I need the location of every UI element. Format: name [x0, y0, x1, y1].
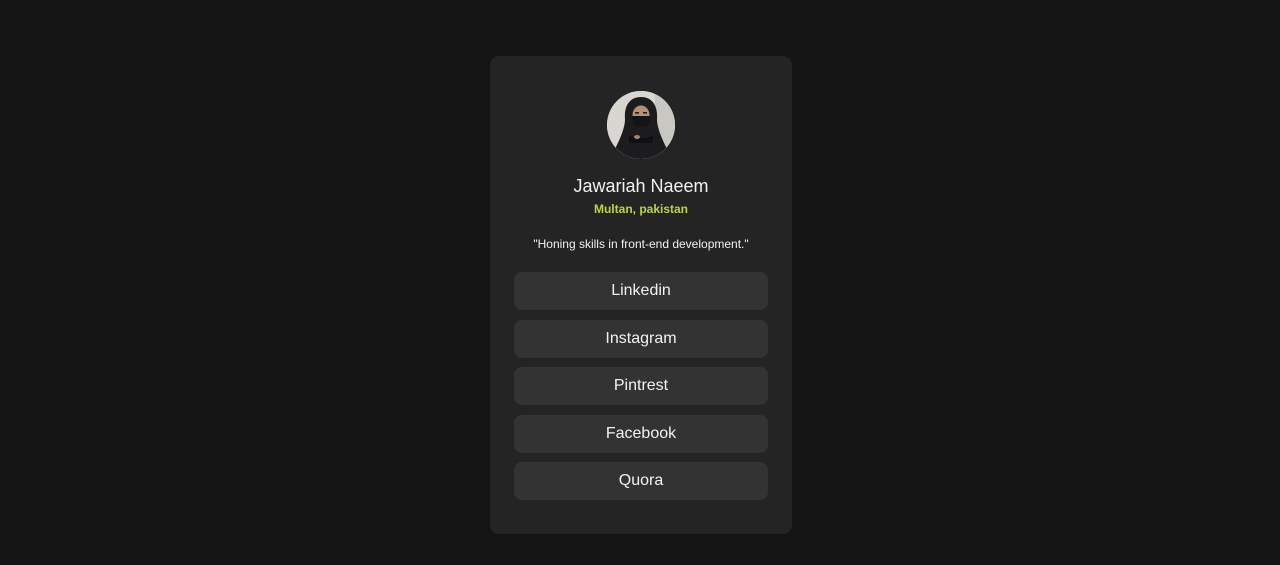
profile-bio: "Honing skills in front-end development.…	[533, 237, 749, 251]
profile-location: Multan, pakistan	[593, 202, 688, 216]
linkedin-button[interactable]: Linkedin	[514, 272, 768, 310]
profile-card: Jawariah Naeem Multan, pakistan "Honing …	[490, 56, 792, 534]
page: Jawariah Naeem Multan, pakistan "Honing …	[0, 0, 1280, 565]
quora-button[interactable]: Quora	[514, 462, 768, 500]
profile-photo-icon	[607, 91, 675, 159]
profile-name: Jawariah Naeem	[573, 176, 709, 196]
facebook-button[interactable]: Facebook	[514, 414, 768, 453]
avatar	[607, 91, 675, 159]
instagram-button[interactable]: Instagram	[514, 319, 768, 358]
social-links: Linkedin Instagram Pintrest Facebook Quo…	[514, 272, 768, 510]
pintrest-button[interactable]: Pintrest	[514, 367, 768, 405]
